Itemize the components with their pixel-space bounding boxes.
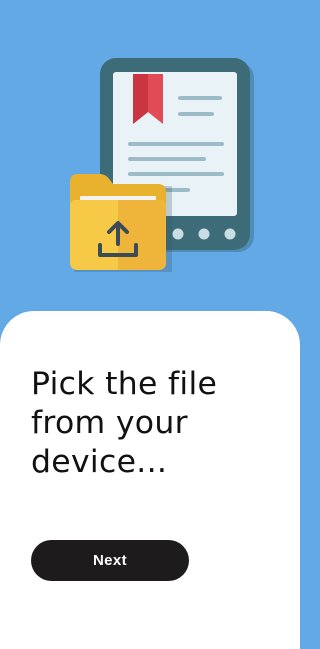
bottom-sheet: Pick the file from your device... Next bbox=[0, 311, 300, 649]
onboarding-headline: Pick the file from your device... bbox=[31, 366, 218, 480]
hero-illustration bbox=[0, 0, 300, 330]
next-button[interactable]: Next bbox=[31, 540, 189, 581]
upload-folder-icon bbox=[70, 174, 172, 272]
illustration-canvas bbox=[70, 58, 254, 272]
